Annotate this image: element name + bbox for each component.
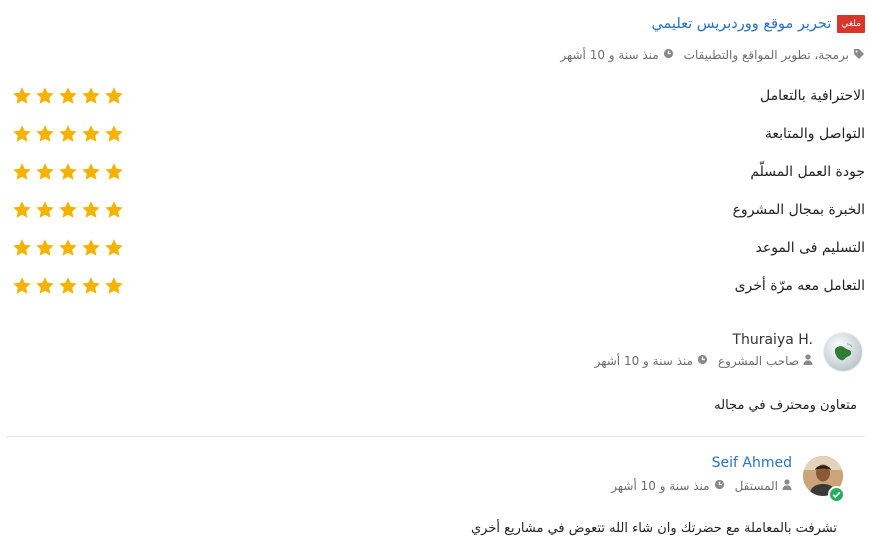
star-icon — [13, 201, 31, 218]
star-icon — [36, 277, 54, 294]
rating-label: الخبرة بمجال المشروع — [732, 202, 865, 218]
user-icon — [782, 479, 792, 493]
rating-row: الخبرة بمجال المشروع — [6, 197, 865, 223]
status-badge: ملغي — [837, 15, 865, 33]
star-icon — [36, 87, 54, 104]
star-icon — [13, 239, 31, 256]
star-icon — [36, 163, 54, 180]
divider — [6, 436, 865, 437]
star-icon — [36, 201, 54, 218]
star-icon — [13, 277, 31, 294]
rating-row: التعامل معه مرّة أخرى — [6, 273, 865, 299]
star-icon — [59, 239, 77, 256]
rating-label: الاحترافية بالتعامل — [759, 88, 865, 104]
star-icon — [13, 163, 31, 180]
reviewer-name[interactable]: Thuraiya H. — [732, 332, 813, 348]
star-icon — [13, 125, 31, 142]
rating-stars — [12, 124, 124, 144]
star-icon — [59, 87, 77, 104]
reviewer-meta: المستقل منذ سنة و 10 أشهر — [611, 477, 792, 495]
project-meta: برمجة، تطوير المواقع والتطبيقات منذ سنة … — [560, 46, 865, 64]
star-icon — [105, 125, 123, 142]
review-time: منذ سنة و 10 أشهر — [594, 354, 693, 368]
review-comment: تشرفت بالمعاملة مع حضرتك وان شاء الله تت… — [470, 521, 837, 536]
reviewer-role: المستقل — [734, 479, 778, 493]
reviewer-role: صاحب المشروع — [717, 354, 799, 368]
star-icon — [82, 277, 100, 294]
star-icon — [105, 87, 123, 104]
project-category[interactable]: برمجة، تطوير المواقع والتطبيقات — [684, 48, 849, 62]
rating-stars — [12, 238, 124, 258]
star-icon — [105, 239, 123, 256]
star-icon — [82, 239, 100, 256]
reviewer-meta: صاحب المشروع منذ سنة و 10 أشهر — [595, 352, 813, 370]
review-time: منذ سنة و 10 أشهر — [611, 479, 710, 493]
star-icon — [36, 239, 54, 256]
star-icon — [59, 163, 77, 180]
rating-row: الاحترافية بالتعامل — [6, 83, 865, 109]
tag-icon — [853, 48, 865, 63]
star-icon — [105, 277, 123, 294]
rating-label: التعامل معه مرّة أخرى — [734, 278, 865, 294]
star-icon — [59, 201, 77, 218]
project-title-link[interactable]: تحرير موقع ووردبريس تعليمي — [651, 16, 831, 32]
star-icon — [59, 277, 77, 294]
rating-row: جودة العمل المسلّم — [6, 159, 865, 185]
rating-stars — [12, 200, 124, 220]
rating-label: التواصل والمتابعة — [764, 126, 865, 142]
rating-row: التواصل والمتابعة — [6, 121, 865, 147]
clock-icon — [663, 48, 674, 62]
star-icon — [82, 201, 100, 218]
clock-icon — [697, 354, 708, 368]
project-header: ملغي تحرير موقع ووردبريس تعليمي — [651, 12, 865, 36]
star-icon — [105, 201, 123, 218]
rating-stars — [12, 162, 124, 182]
project-time: منذ سنة و 10 أشهر — [560, 48, 659, 62]
online-status-icon — [828, 486, 845, 503]
clock-icon — [714, 479, 725, 493]
star-icon — [105, 163, 123, 180]
reviewer-name[interactable]: Seif Ahmed — [712, 455, 792, 471]
star-icon — [36, 125, 54, 142]
rating-row: التسليم فى الموعد — [6, 235, 865, 261]
star-icon — [82, 87, 100, 104]
rating-stars — [12, 86, 124, 106]
star-icon — [82, 125, 100, 142]
star-icon — [13, 87, 31, 104]
rating-stars — [12, 276, 124, 296]
rating-label: التسليم فى الموعد — [755, 240, 866, 256]
avatar[interactable] — [823, 332, 863, 372]
rating-label: جودة العمل المسلّم — [750, 164, 865, 180]
star-icon — [82, 163, 100, 180]
user-icon — [803, 354, 813, 368]
review-comment: متعاون ومحترف في مجاله — [714, 398, 857, 413]
star-icon — [59, 125, 77, 142]
